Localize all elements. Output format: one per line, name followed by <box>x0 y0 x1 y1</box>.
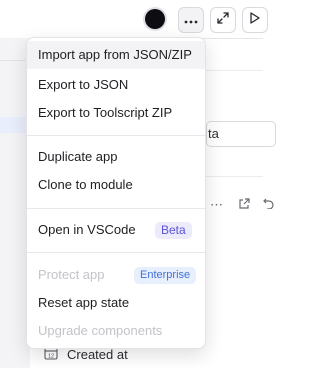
menu-item-protect-app: Protect app Enterprise <box>27 261 205 289</box>
menu-item-export-zip-label: Export to Toolscript ZIP <box>38 105 173 120</box>
menu-item-duplicate-label: Duplicate app <box>38 149 118 164</box>
menu-item-duplicate[interactable]: Duplicate app <box>27 143 205 171</box>
right-panel-input-value: ta <box>208 126 219 141</box>
menu-item-open-vscode[interactable]: Open in VSCode Beta <box>27 216 205 244</box>
menu-item-import-label: Import app from JSON/ZIP <box>38 47 192 62</box>
top-toolbar <box>0 0 268 39</box>
menu-item-import[interactable]: Import app from JSON/ZIP <box>27 41 205 69</box>
menu-item-upgrade-components-label: Upgrade components <box>38 323 163 338</box>
right-panel-icons: ⋯ <box>210 197 274 213</box>
external-link-icon[interactable] <box>239 197 254 212</box>
menu-item-clone-module-label: Clone to module <box>38 177 133 192</box>
dots-icon[interactable]: ⋯ <box>210 197 223 212</box>
menu-item-export-json[interactable]: Export to JSON <box>27 71 205 99</box>
menu-divider-3 <box>27 252 205 253</box>
menu-item-open-vscode-label: Open in VSCode <box>38 222 136 237</box>
right-panel-divider-2 <box>206 176 263 177</box>
menu-divider-1 <box>27 135 205 136</box>
avatar[interactable] <box>145 9 165 29</box>
play-icon <box>250 11 260 29</box>
menu-divider-2 <box>27 208 205 209</box>
app-actions-menu: Import app from JSON/ZIP Export to JSON … <box>26 37 206 349</box>
menu-item-clone-module[interactable]: Clone to module <box>27 171 205 199</box>
menu-item-export-zip[interactable]: Export to Toolscript ZIP <box>27 99 205 127</box>
created-at-label: Created at <box>67 347 128 362</box>
menu-item-protect-app-label: Protect app <box>38 267 105 282</box>
right-panel-divider <box>206 70 263 71</box>
expand-icon <box>217 11 229 29</box>
undo-icon[interactable] <box>263 197 274 212</box>
menu-item-export-json-label: Export to JSON <box>38 77 129 92</box>
menu-item-reset-state-label: Reset app state <box>38 295 130 310</box>
enterprise-badge: Enterprise <box>134 267 197 284</box>
expand-button[interactable] <box>210 7 236 33</box>
beta-badge: Beta <box>155 222 192 239</box>
svg-text:12: 12 <box>48 354 54 360</box>
more-horizontal-icon <box>184 11 198 29</box>
right-panel-input[interactable]: ta <box>206 121 276 147</box>
menu-item-upgrade-components: Upgrade components <box>27 317 205 345</box>
more-options-button[interactable] <box>178 7 204 33</box>
menu-item-reset-state[interactable]: Reset app state <box>27 289 205 317</box>
preview-button[interactable] <box>242 7 268 33</box>
